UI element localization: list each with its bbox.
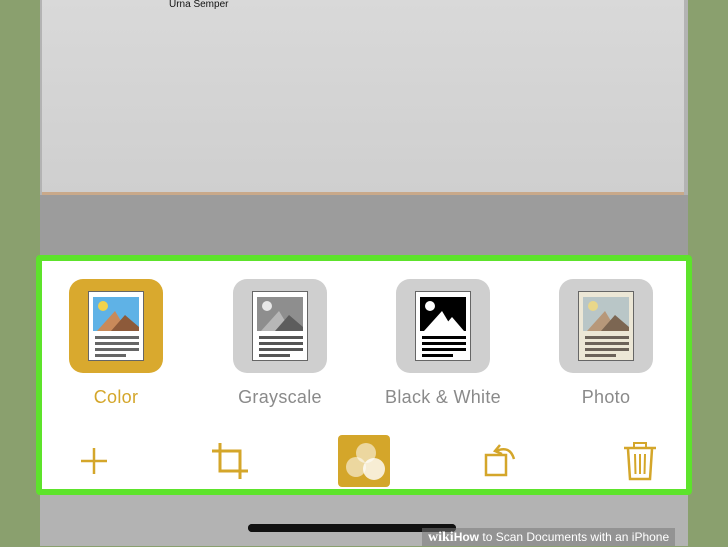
rotate-button[interactable] — [472, 433, 532, 489]
filter-label-photo: Photo — [581, 387, 631, 407]
trash-icon — [624, 442, 656, 481]
color-filter-icon — [69, 279, 163, 373]
photo-filter-icon — [559, 279, 653, 373]
rotate-icon — [484, 444, 516, 477]
scanned-document: Urna Semper — [42, 0, 684, 195]
filter-panel: Color Grayscale Black & White Photo — [36, 255, 692, 495]
crop-icon — [212, 443, 248, 479]
watermark-brand: wiki — [428, 530, 454, 545]
filter-label-grayscale: Grayscale — [238, 387, 322, 407]
filters-button[interactable] — [334, 433, 394, 489]
watermark-title-bold: How — [453, 530, 480, 544]
signature-name: Urna Semper — [169, 0, 229, 10]
crop-button[interactable] — [200, 433, 260, 489]
black-white-filter-icon — [396, 279, 490, 373]
add-button[interactable] — [64, 433, 124, 489]
filter-grayscale[interactable]: Grayscale — [210, 279, 350, 408]
filter-label-color: Color — [93, 387, 139, 407]
filter-color[interactable]: Color — [46, 279, 186, 408]
filters-icon — [338, 435, 390, 487]
filter-label-black-white: Black & White — [385, 387, 501, 407]
filter-photo[interactable]: Photo — [536, 279, 676, 408]
wikihow-watermark: wikiHow to Scan Documents with an iPhone — [422, 528, 676, 546]
grayscale-filter-icon — [233, 279, 327, 373]
plus-icon — [81, 448, 107, 474]
scan-background — [40, 195, 688, 260]
watermark-title: to Scan Documents with an iPhone — [479, 530, 670, 544]
filter-black-white[interactable]: Black & White — [373, 279, 513, 408]
delete-button[interactable] — [610, 433, 670, 489]
